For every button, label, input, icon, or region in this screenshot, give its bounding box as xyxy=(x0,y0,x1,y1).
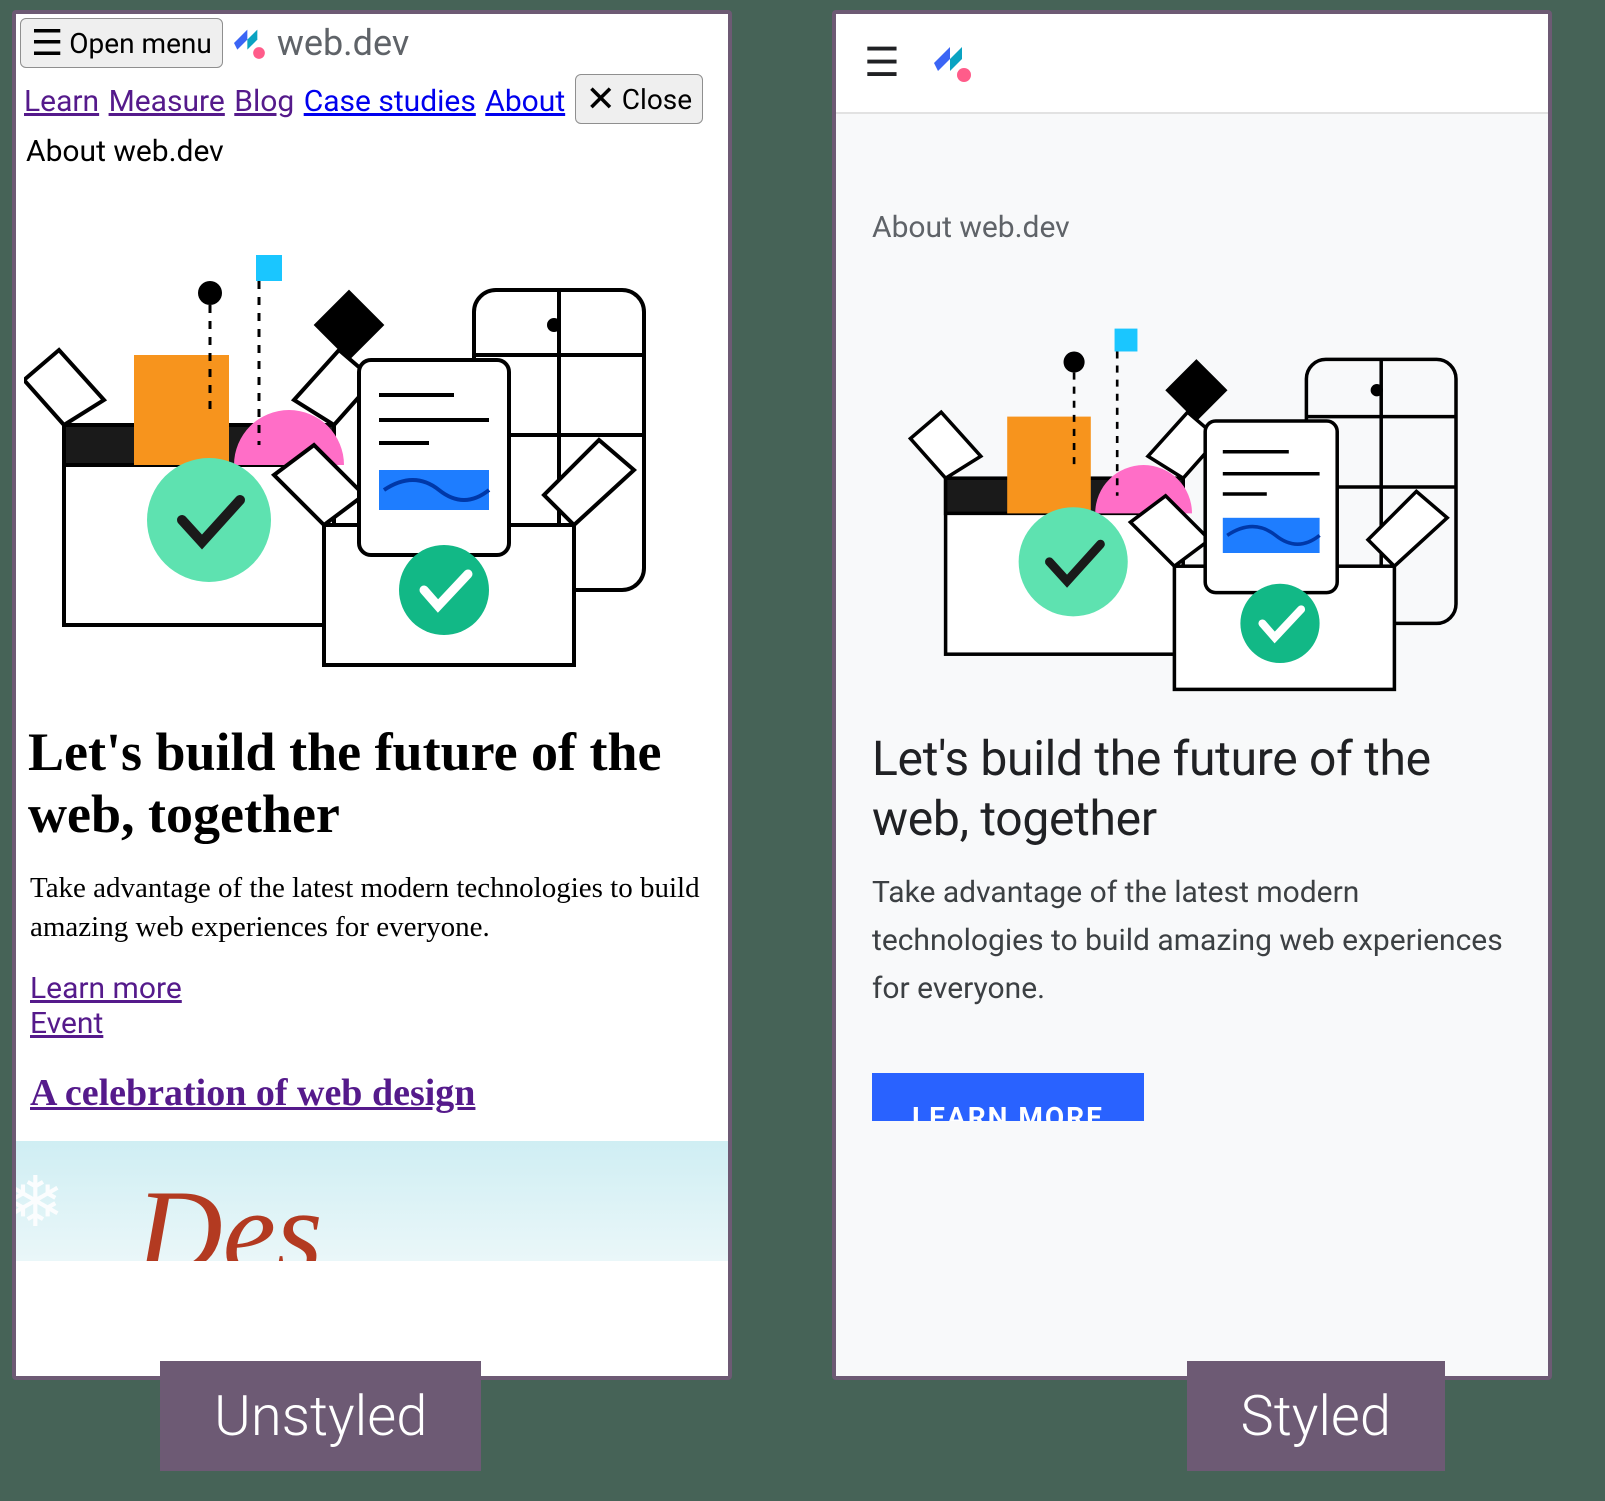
learn-more-link[interactable]: Learn more xyxy=(30,971,714,1006)
hamburger-icon[interactable]: ☰ xyxy=(864,43,900,83)
nav-about[interactable]: About xyxy=(485,84,565,119)
nav-links: Learn Measure Blog Case studies About ✕ … xyxy=(16,72,728,126)
nav-measure[interactable]: Measure xyxy=(109,84,225,119)
open-menu-button[interactable]: ☰ Open menu xyxy=(20,18,223,68)
comparison-labels: Unstyled Styled xyxy=(0,1361,1605,1501)
hero-illustration xyxy=(907,267,1477,707)
page-title: Let's build the future of the web, toget… xyxy=(872,729,1512,849)
event-banner-image: ❄ Des xyxy=(16,1141,728,1261)
snowflake-icon: ❄ xyxy=(16,1161,76,1231)
app-bar: ☰ xyxy=(836,14,1548,114)
nav-learn[interactable]: Learn xyxy=(24,84,99,119)
nav-blog[interactable]: Blog xyxy=(234,84,294,119)
webdev-logo-icon xyxy=(229,23,269,63)
hero-illustration xyxy=(16,177,728,697)
styled-panel: ☰ About web.dev Let's build the future o… xyxy=(832,10,1552,1380)
nav-case-studies[interactable]: Case studies xyxy=(304,84,476,119)
close-icon: ✕ xyxy=(586,81,616,117)
section-heading: A celebration of web design xyxy=(16,1053,728,1123)
celebration-link[interactable]: A celebration of web design xyxy=(30,1072,475,1114)
learn-more-button[interactable]: LEARN MORE xyxy=(872,1073,1144,1121)
eyebrow: About web.dev xyxy=(872,210,1512,245)
logo-text: web.dev xyxy=(277,22,409,64)
webdev-logo-icon[interactable] xyxy=(928,39,976,87)
open-menu-label: Open menu xyxy=(69,27,212,60)
label-unstyled: Unstyled xyxy=(160,1361,481,1471)
close-menu-button[interactable]: ✕ Close xyxy=(575,74,703,124)
site-logo[interactable]: web.dev xyxy=(229,22,409,64)
label-styled: Styled xyxy=(1187,1361,1446,1471)
unstyled-panel: ☰ Open menu web.dev Learn Measure Blog C… xyxy=(12,10,732,1380)
hamburger-icon: ☰ xyxy=(31,25,63,61)
event-link[interactable]: Event xyxy=(30,1006,714,1041)
lede-text: Take advantage of the latest modern tech… xyxy=(16,857,728,959)
close-label: Close xyxy=(622,83,692,116)
lede-text: Take advantage of the latest modern tech… xyxy=(872,869,1512,1013)
eyebrow: About web.dev xyxy=(16,126,728,177)
banner-script-text: Des xyxy=(136,1163,323,1261)
page-title: Let's build the future of the web, toget… xyxy=(16,697,728,857)
